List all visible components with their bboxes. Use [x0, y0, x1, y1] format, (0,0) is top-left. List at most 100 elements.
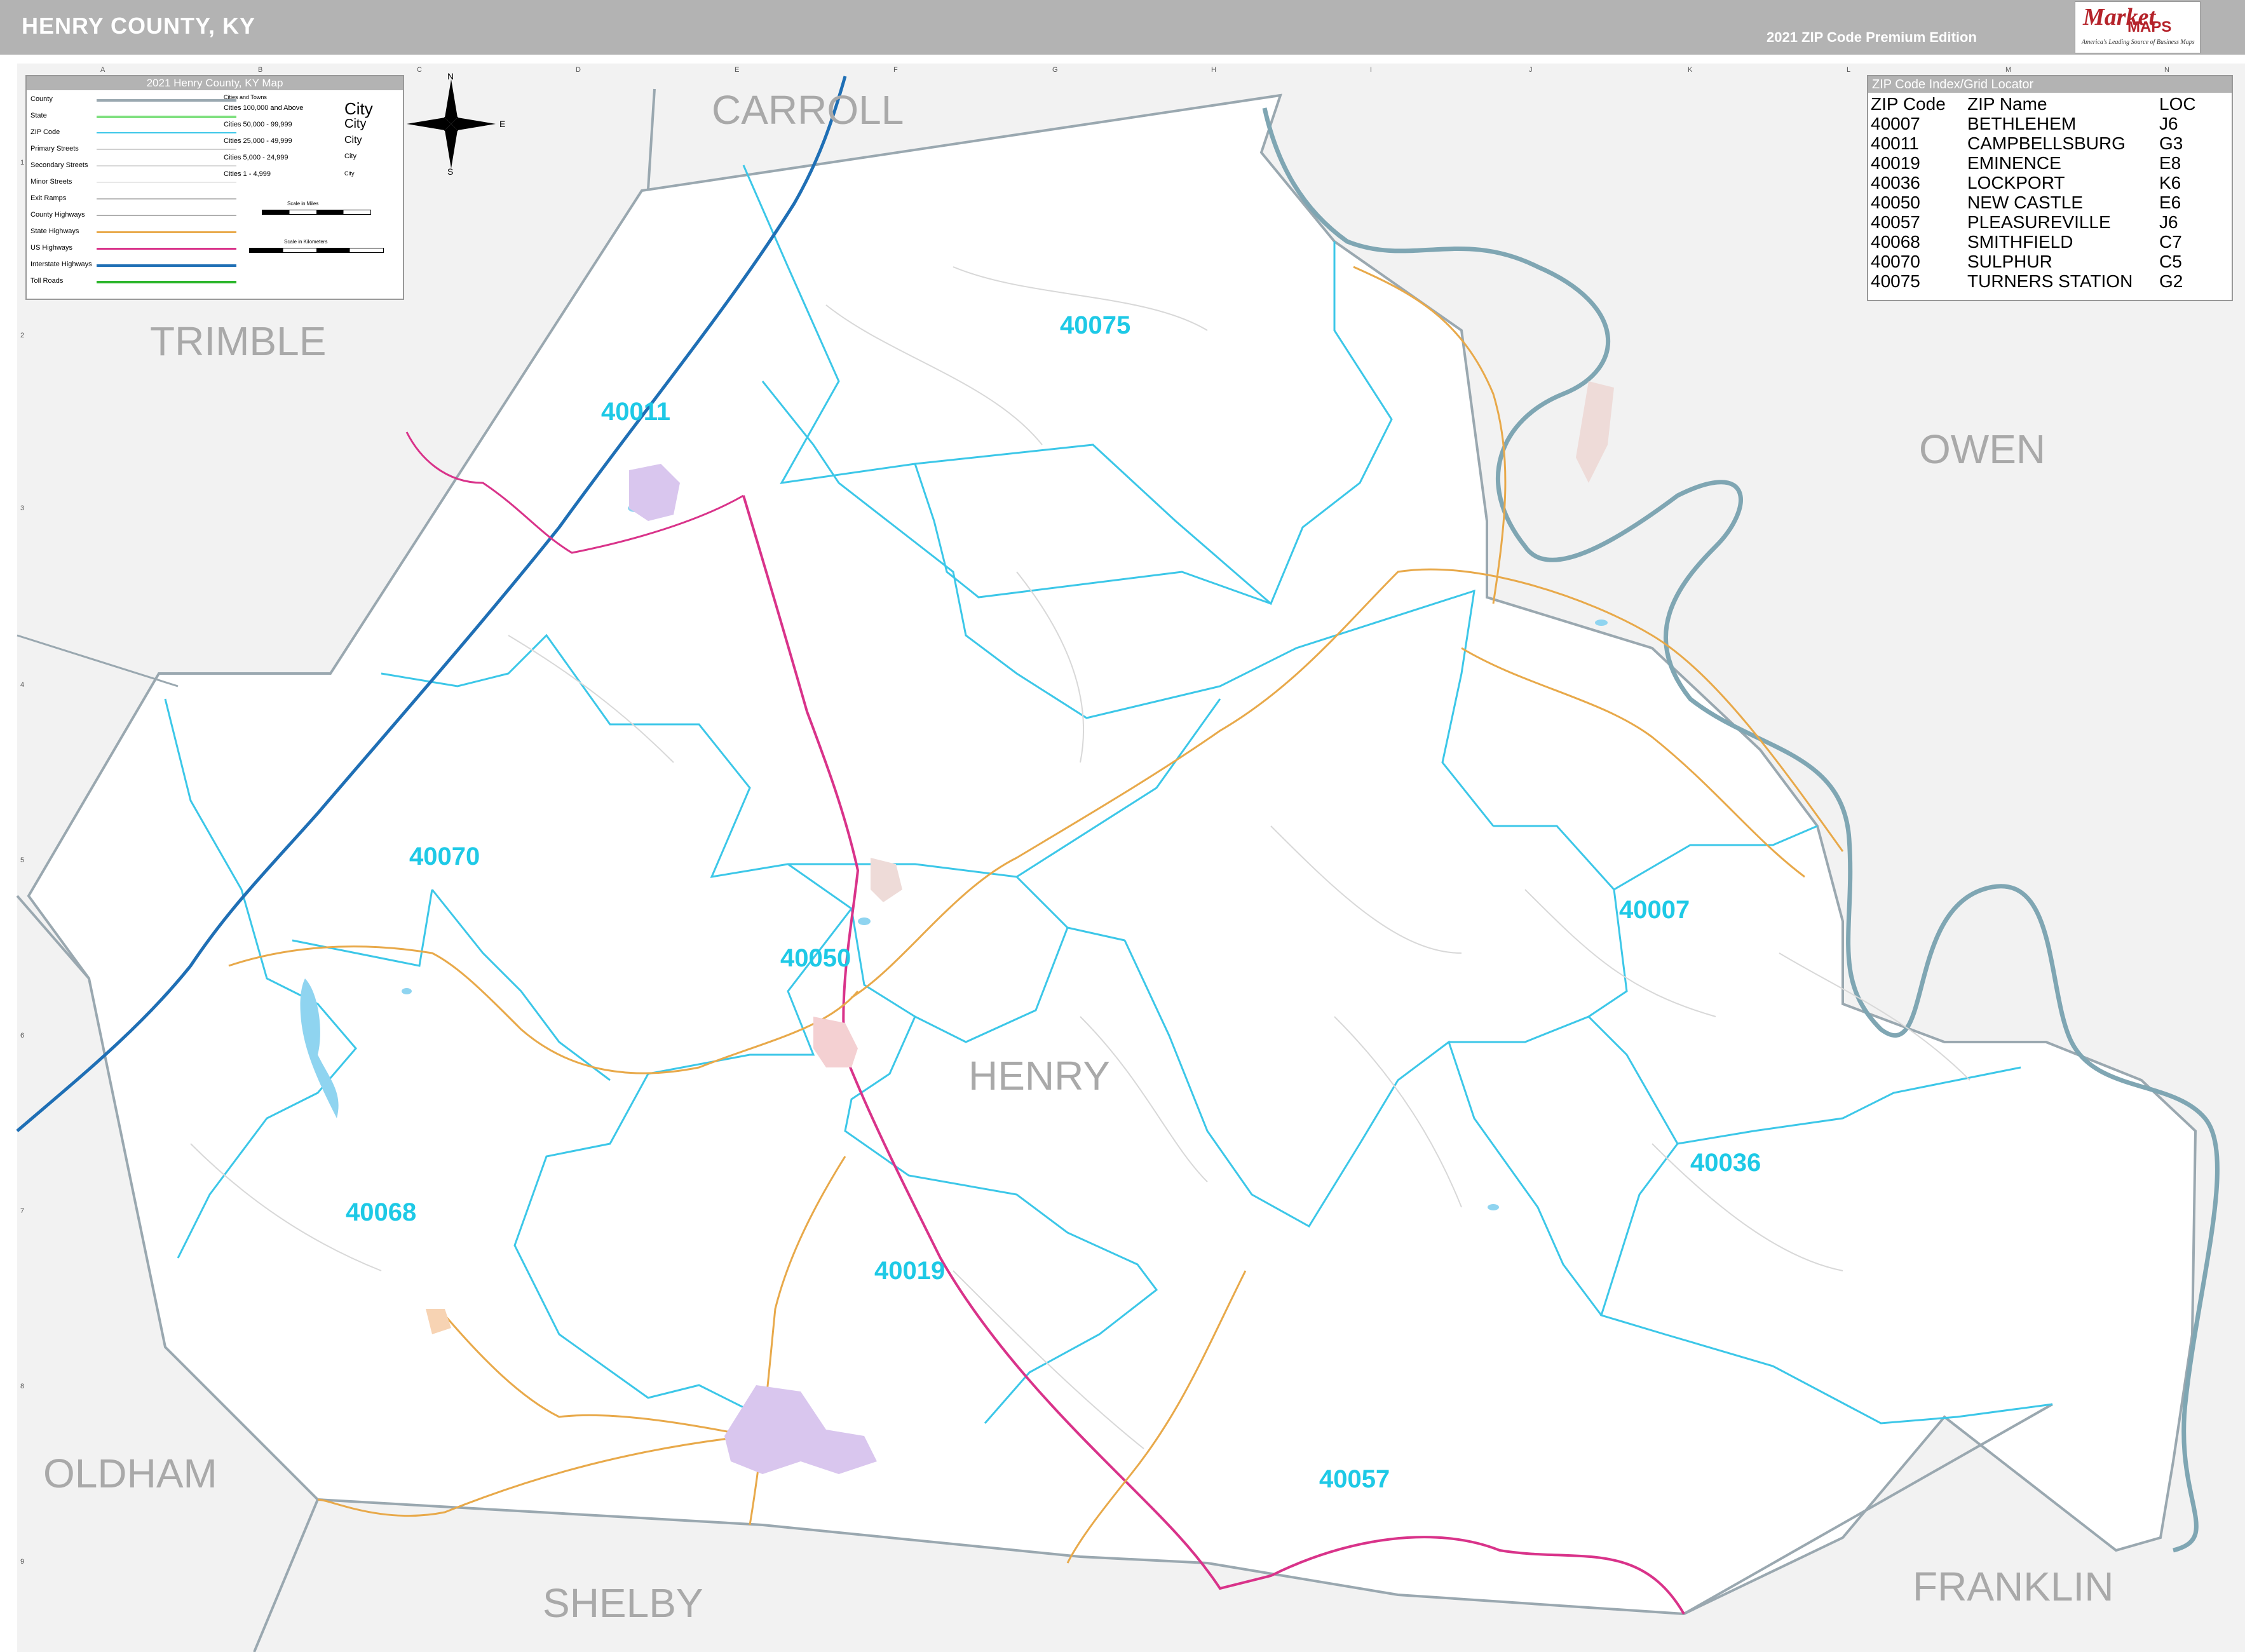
grid-row-3: 3 [20, 504, 25, 512]
zip-code-cell: 40070 [1871, 252, 1920, 271]
compass-n: N [447, 71, 454, 81]
zip-name-cell: PLEASUREVILLE [1967, 212, 2111, 232]
county-label-henry: HENRY [968, 1053, 1110, 1099]
legend-city-class-5: Cities 1 - 4,999 [224, 170, 271, 178]
legend-item-county: County [31, 95, 53, 103]
grid-col-b: B [258, 66, 263, 74]
county-label-carroll: CARROLL [712, 87, 904, 133]
zip-index-table: ZIP Code ZIP Name LOC 40007 BETHLEHEM J6 4… [1871, 94, 2200, 291]
zip-code-cell: 40019 [1871, 153, 1920, 173]
legend-item-state: State [31, 112, 47, 119]
zip-name-cell: SULPHUR [1967, 252, 2052, 271]
legend-city-sample-1: City [344, 99, 373, 118]
grid-col-d: D [576, 66, 581, 74]
zip-index-header-row: ZIP Code ZIP Name LOC [1871, 94, 2200, 114]
zip-code-cell: 40011 [1871, 133, 1919, 153]
legend-scale-miles: Scale in Miles [287, 201, 319, 207]
legend-swatch-primary [97, 149, 236, 150]
legend-item-primary: Primary Streets [31, 145, 79, 152]
zip-loc-cell: C7 [2159, 232, 2182, 252]
scale-bar-miles [262, 210, 371, 215]
zip-name-cell: SMITHFIELD [1967, 232, 2073, 252]
zip-index-row: 40068 SMITHFIELD C7 [1871, 232, 2200, 252]
legend-city-sample-4: City [344, 152, 356, 160]
zip-code-cell: 40057 [1871, 212, 1920, 232]
grid-col-l: L [1847, 66, 1851, 74]
legend-swatch-state-hwy [97, 231, 236, 233]
zip-index-col-loc: LOC [2159, 94, 2196, 114]
legend-scale-km: Scale in Kilometers [284, 239, 328, 245]
zip-label-40070: 40070 [409, 843, 480, 870]
county-label-owen: OWEN [1919, 426, 2046, 472]
zip-index-row: 40011 CAMPBELLSBURG G3 [1871, 133, 2200, 153]
zip-loc-cell: E8 [2159, 153, 2181, 173]
zip-label-40011: 40011 [601, 398, 671, 426]
zip-code-cell: 40050 [1871, 193, 1920, 212]
legend-item-interstate: Interstate Highways [31, 261, 92, 268]
scale-bar-km [249, 248, 384, 253]
grid-row-9: 9 [20, 1558, 25, 1566]
zip-name-cell: EMINENCE [1967, 153, 2061, 173]
zip-loc-cell: G3 [2159, 133, 2183, 153]
zip-index-row: 40070 SULPHUR C5 [1871, 252, 2200, 271]
legend-cities-header: Cities and Towns [224, 94, 267, 100]
zip-loc-cell: E6 [2159, 193, 2181, 212]
zip-loc-cell: G2 [2159, 271, 2183, 291]
county-label-oldham: OLDHAM [43, 1451, 217, 1496]
grid-col-h: H [1211, 66, 1216, 74]
zip-index-title: ZIP Code Index/Grid Locator [1868, 76, 2232, 93]
grid-col-j: J [1529, 66, 1533, 74]
grid-row-1: 1 [20, 159, 25, 166]
zip-index-row: 40019 EMINENCE E8 [1871, 153, 2200, 173]
legend-city-sample-3: City [344, 135, 362, 146]
zip-index-row: 40036 LOCKPORT K6 [1871, 173, 2200, 193]
zip-index-row: 40075 TURNERS STATION G2 [1871, 271, 2200, 291]
legend-swatch-secondary [97, 165, 236, 166]
zip-index-row: 40007 BETHLEHEM J6 [1871, 114, 2200, 133]
grid-col-m: M [2005, 66, 2012, 74]
zip-code-cell: 40068 [1871, 232, 1920, 252]
legend-item-ramps: Exit Ramps [31, 194, 67, 202]
zip-index-row: 40050 NEW CASTLE E6 [1871, 193, 2200, 212]
zip-name-cell: NEW CASTLE [1967, 193, 2084, 212]
zip-loc-cell: J6 [2159, 212, 2178, 232]
zip-index-panel: ZIP Code Index/Grid Locator ZIP Code ZIP… [1867, 75, 2233, 301]
zip-loc-cell: C5 [2159, 252, 2182, 271]
county-label-franklin: FRANKLIN [1913, 1564, 2114, 1609]
legend-swatch-state [97, 116, 236, 118]
zip-label-40050: 40050 [780, 944, 851, 972]
legend-item-zip: ZIP Code [31, 128, 60, 136]
legend-item-county-hwy: County Highways [31, 211, 85, 219]
zip-name-cell: CAMPBELLSBURG [1967, 133, 2126, 153]
zip-index-col-name: ZIP Name [1967, 94, 2047, 114]
legend-item-us-hwy: US Highways [31, 244, 73, 252]
legend-swatch-toll [97, 281, 236, 283]
legend-swatch-interstate [97, 264, 236, 267]
legend-item-state-hwy: State Highways [31, 227, 79, 235]
legend-city-sample-5: City [344, 170, 355, 177]
legend-swatch-ramps [97, 198, 236, 200]
grid-row-8: 8 [20, 1383, 25, 1390]
zip-code-cell: 40075 [1871, 271, 1920, 291]
legend-swatch-minor [97, 182, 236, 183]
zip-label-40075: 40075 [1060, 311, 1131, 339]
zip-label-40036: 40036 [1690, 1149, 1761, 1177]
legend-item-minor: Minor Streets [31, 178, 72, 186]
grid-col-n: N [2164, 66, 2169, 74]
legend-city-class-2: Cities 50,000 - 99,999 [224, 121, 292, 128]
zip-code-cell: 40007 [1871, 114, 1920, 133]
compass-s: S [447, 166, 454, 177]
legend-swatch-county-hwy [97, 215, 236, 216]
zip-label-40007: 40007 [1619, 896, 1690, 924]
zip-code-cell: 40036 [1871, 173, 1920, 193]
grid-row-4: 4 [20, 681, 25, 689]
zip-name-cell: LOCKPORT [1967, 173, 2065, 193]
grid-row-5: 5 [20, 856, 25, 864]
zip-loc-cell: K6 [2159, 173, 2181, 193]
grid-row-2: 2 [20, 332, 25, 339]
legend-item-secondary: Secondary Streets [31, 161, 88, 169]
legend-swatch-county [97, 99, 236, 102]
grid-col-e: E [735, 66, 740, 74]
grid-col-k: K [1688, 66, 1693, 74]
zip-index-row: 40057 PLEASUREVILLE J6 [1871, 212, 2200, 232]
